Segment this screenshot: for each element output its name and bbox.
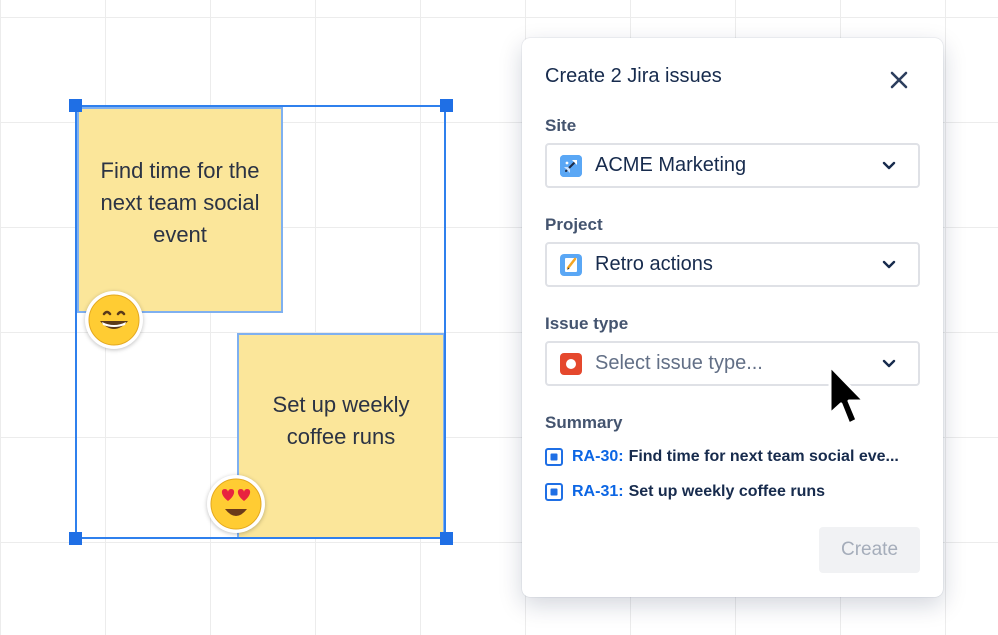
close-icon (890, 71, 908, 89)
project-select[interactable]: Retro actions (545, 242, 920, 287)
resize-handle-top-left[interactable] (69, 99, 82, 112)
chevron-down-icon (874, 260, 904, 270)
task-issue-icon (545, 483, 563, 501)
grinning-face-emoji-icon[interactable] (85, 291, 143, 349)
dialog-title: Create 2 Jira issues (545, 65, 722, 87)
summary-item[interactable]: RA-30: Find time for next team social ev… (545, 448, 925, 466)
issue-key[interactable]: RA-30: (572, 448, 624, 466)
chevron-down-icon (874, 161, 904, 171)
task-issue-icon (545, 448, 563, 466)
issue-summary-text: Set up weekly coffee runs (628, 483, 826, 500)
summary-item[interactable]: RA-31: Set up weekly coffee runs (545, 483, 925, 501)
resize-handle-top-right[interactable] (440, 99, 453, 112)
create-jira-issues-dialog: Create 2 Jira issues Site ACME Marketing… (522, 38, 943, 597)
site-select[interactable]: ACME Marketing (545, 143, 920, 188)
site-label: Site (545, 116, 577, 135)
heart-eyes-emoji-icon[interactable] (207, 475, 265, 533)
site-value: ACME Marketing (595, 154, 747, 176)
close-button[interactable] (885, 66, 913, 94)
issue-type-icon (560, 352, 582, 375)
mouse-pointer-icon (828, 364, 866, 426)
resize-handle-bottom-left[interactable] (69, 532, 82, 545)
summary-label: Summary (545, 413, 623, 432)
project-label: Project (545, 215, 603, 234)
resize-handle-bottom-right[interactable] (440, 532, 453, 545)
chevron-down-icon (874, 359, 904, 369)
issue-type-label: Issue type (545, 314, 629, 333)
project-notebook-icon (560, 253, 582, 276)
create-button[interactable]: Create (819, 527, 920, 573)
issue-summary-text: Find time for next team social eve... (628, 448, 899, 465)
issue-key[interactable]: RA-31: (572, 483, 624, 501)
site-rocket-icon (560, 154, 582, 177)
project-value: Retro actions (595, 253, 713, 275)
